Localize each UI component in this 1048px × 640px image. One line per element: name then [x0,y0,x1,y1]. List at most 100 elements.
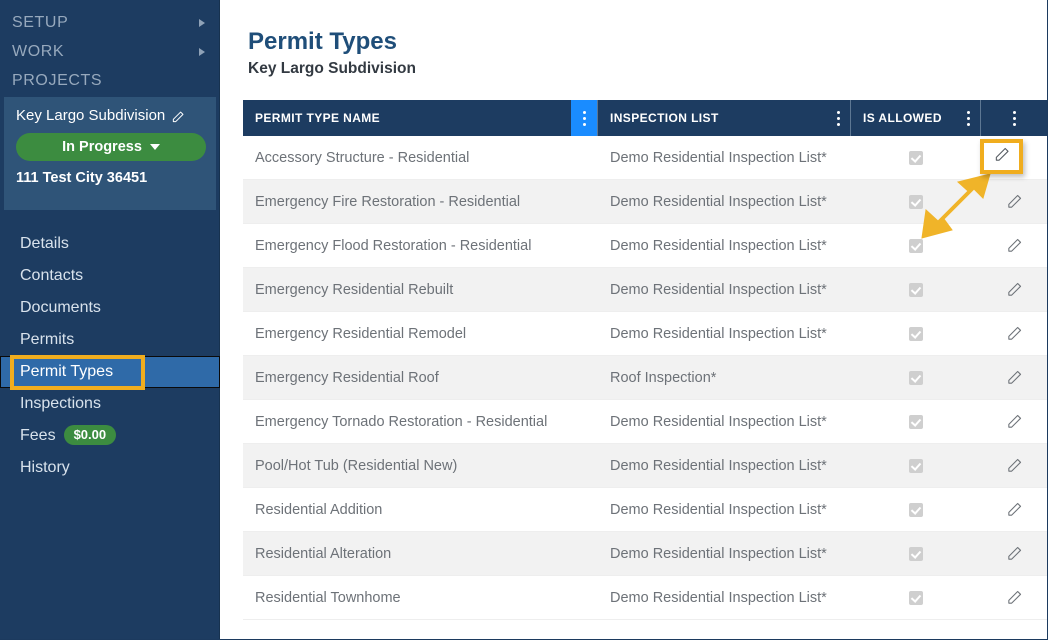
checkbox-checked-disabled-icon [909,194,923,209]
kebab-menu-icon[interactable] [826,100,850,136]
edit-row-button[interactable] [1004,499,1026,521]
project-status-dropdown[interactable]: In Progress [16,133,206,161]
sidebar-item-inspections[interactable]: Inspections [0,388,220,420]
cell-is-allowed [851,194,981,209]
sidebar-item-label: Details [20,235,69,252]
edit-row-button[interactable] [1004,147,1026,169]
cell-is-allowed [851,370,981,385]
cell-permit-type-name: Emergency Tornado Restoration - Resident… [255,413,548,430]
nav-work-label: WORK [12,43,65,60]
cell-permit-type-name: Emergency Residential Roof [255,369,439,386]
chevron-down-icon [149,144,160,150]
cell-actions [981,367,1047,389]
cell-inspection-list: Demo Residential Inspection List* [610,193,827,210]
cell-is-allowed [851,590,981,605]
sidebar-item-documents[interactable]: Documents [0,292,220,324]
cell-inspection-list: Demo Residential Inspection List* [610,501,827,518]
sidebar-item-permits[interactable]: Permits [0,324,220,356]
sidebar-item-contacts[interactable]: Contacts [0,260,220,292]
cell-inspection-list: Demo Residential Inspection List* [610,457,827,474]
column-header-label: PERMIT TYPE NAME [255,111,381,125]
cell-permit-type-name: Residential Addition [255,501,383,518]
cell-is-allowed [851,414,981,429]
column-header-actions[interactable] [981,100,1047,136]
column-header-inspection-list[interactable]: INSPECTION LIST [598,100,851,136]
edit-row-button[interactable] [1004,411,1026,433]
table-row[interactable]: Residential Alteration Demo Residential I… [243,532,1047,576]
nav-projects[interactable]: PROJECTS [0,66,219,95]
nav-setup-label: SETUP [12,14,69,31]
cell-permit-type-name: Residential Alteration [255,545,392,562]
table-row[interactable]: Emergency Residential Roof Roof Inspectio… [243,356,1047,400]
checkbox-checked-disabled-icon [909,238,923,253]
cell-inspection-list: Demo Residential Inspection List* [610,589,827,606]
column-header-label: INSPECTION LIST [610,111,719,125]
cell-actions [981,543,1047,565]
column-header-label: IS ALLOWED [863,111,942,125]
table-row[interactable]: Emergency Residential Rebuilt Demo Reside… [243,268,1047,312]
cell-is-allowed [851,282,981,297]
cell-actions [981,499,1047,521]
project-name: Key Largo Subdivision [16,107,166,124]
edit-row-button[interactable] [1004,367,1026,389]
table-header-row: PERMIT TYPE NAME INSPECTION LIST IS ALLOWE… [243,100,1047,136]
cell-permit-type-name: Emergency Residential Remodel [255,325,467,342]
cell-is-allowed [851,546,981,561]
main-content: Permit Types Key Largo Subdivision PERMI… [221,0,1047,639]
table-row[interactable]: Emergency Tornado Restoration - Resident… [243,400,1047,444]
column-header-permit-type-name[interactable]: PERMIT TYPE NAME [243,100,598,136]
cell-permit-type-name: Emergency Fire Restoration - Residential [255,193,521,210]
nav-work[interactable]: WORK [0,37,219,66]
sidebar-item-history[interactable]: History [0,452,220,484]
cell-permit-type-name: Pool/Hot Tub (Residential New) [255,457,458,474]
left-sidebar: SETUP WORK PROJECTS Key Largo Subdivisio… [0,0,220,639]
edit-row-button[interactable] [1004,235,1026,257]
checkbox-checked-disabled-icon [909,458,923,473]
cell-is-allowed [851,458,981,473]
project-status-label: In Progress [62,139,142,155]
table-row[interactable]: Emergency Flood Restoration - Residentia… [243,224,1047,268]
sidebar-item-details[interactable]: Details [0,228,220,260]
project-section-nav: Details Contacts Documents Permits Permit Ty… [0,228,220,484]
table-row[interactable]: Residential Townhome Demo Residential Ins… [243,576,1047,620]
checkbox-checked-disabled-icon [909,370,923,385]
column-header-is-allowed[interactable]: IS ALLOWED [851,100,981,136]
cell-is-allowed [851,502,981,517]
sidebar-item-label: Inspections [20,395,101,412]
page-title: Permit Types [248,28,397,55]
edit-row-button[interactable] [1004,191,1026,213]
cell-actions [981,455,1047,477]
checkbox-checked-disabled-icon [909,502,923,517]
cell-inspection-list: Roof Inspection* [610,369,717,386]
kebab-menu-icon[interactable] [1003,100,1027,136]
cell-is-allowed [851,326,981,341]
sidebar-item-fees[interactable]: Fees $0.00 [0,420,220,452]
table-row[interactable]: Residential Addition Demo Residential Ins… [243,488,1047,532]
edit-row-button[interactable] [1004,279,1026,301]
kebab-menu-icon[interactable] [956,100,980,136]
sidebar-item-permit-types[interactable]: Permit Types [0,356,220,388]
cell-inspection-list: Demo Residential Inspection List* [610,545,827,562]
chevron-right-icon [199,47,205,56]
checkbox-checked-disabled-icon [909,546,923,561]
project-name-row: Key Largo Subdivision [16,107,204,124]
kebab-menu-icon[interactable] [571,100,597,136]
cell-actions [981,323,1047,345]
edit-row-button[interactable] [1004,455,1026,477]
sidebar-item-label: Permits [20,331,75,348]
cell-permit-type-name: Accessory Structure - Residential [255,149,470,166]
edit-row-button[interactable] [1004,543,1026,565]
table-row[interactable]: Pool/Hot Tub (Residential New) Demo Resid… [243,444,1047,488]
edit-row-button[interactable] [1004,323,1026,345]
cell-actions [981,279,1047,301]
edit-row-button[interactable] [1004,587,1026,609]
pencil-icon[interactable] [171,110,185,124]
table-row[interactable]: Accessory Structure - Residential Demo Re… [243,136,1047,180]
nav-projects-label: PROJECTS [12,72,103,89]
table-row[interactable]: Emergency Fire Restoration - Residential… [243,180,1047,224]
sidebar-item-label: Fees [20,427,56,444]
table-row[interactable]: Emergency Residential Remodel Demo Reside… [243,312,1047,356]
cell-permit-type-name: Emergency Flood Restoration - Residentia… [255,237,532,254]
nav-setup[interactable]: SETUP [0,8,219,37]
cell-inspection-list: Demo Residential Inspection List* [610,149,827,166]
